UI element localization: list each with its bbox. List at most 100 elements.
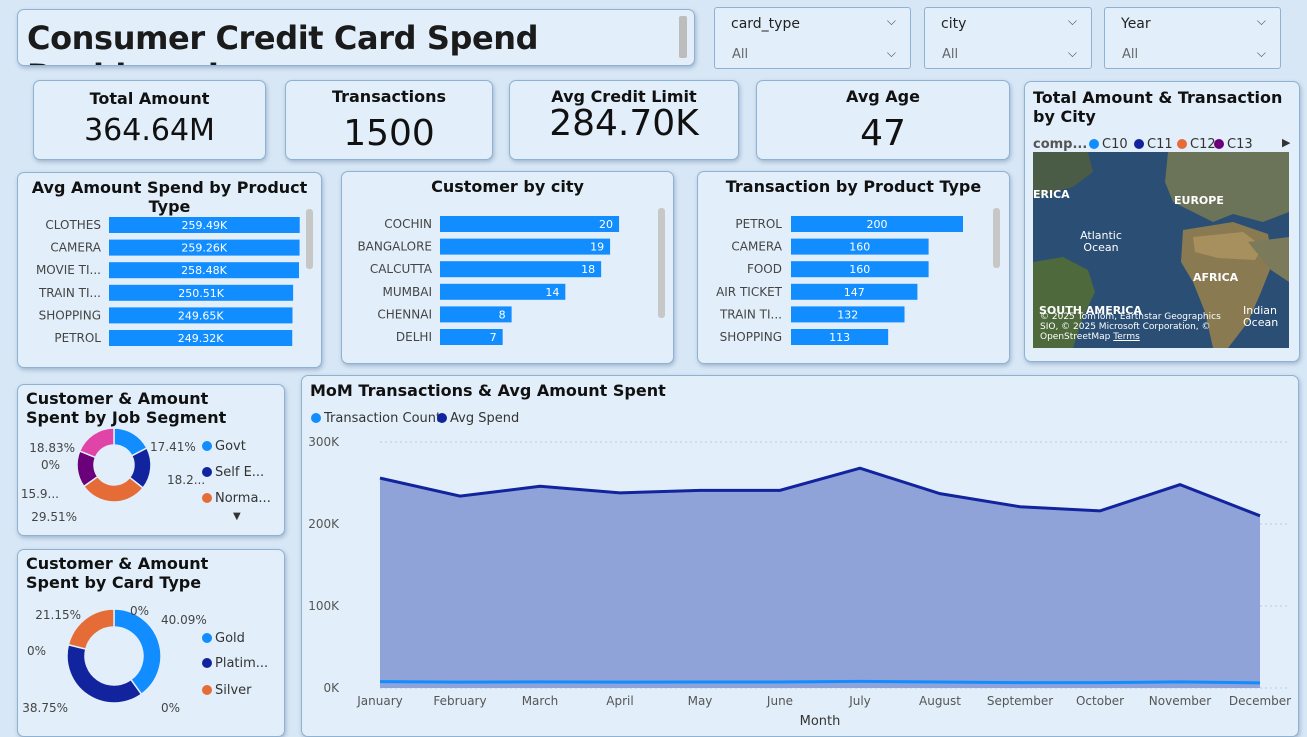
chevron-down-icon[interactable]: ⌵ — [1068, 14, 1077, 29]
tick-label: SHOPPING — [39, 308, 101, 322]
card-type-card[interactable]: Customer & Amount Spent by Card Type 40.… — [17, 549, 285, 737]
legend-dot-icon — [437, 413, 447, 423]
legend-label: Norma... — [215, 491, 271, 506]
y-tick-label: 300K — [308, 435, 340, 449]
legend-label: Silver — [215, 683, 252, 698]
data-label: 38.75% — [22, 701, 68, 715]
title-scrollbar[interactable] — [679, 16, 687, 58]
legend-item-platinum[interactable]: Platim... — [202, 656, 268, 671]
kpi-value: 47 — [860, 113, 906, 154]
legend-dot-icon — [1134, 139, 1144, 149]
kpi-title: Total Amount — [89, 89, 210, 108]
vertical-scrollbar[interactable] — [658, 208, 665, 318]
data-label: 15.9... — [21, 487, 59, 501]
chart-title: Customer & Amount Spent by Job Segment — [26, 389, 227, 427]
legend-item-govt[interactable]: Govt — [202, 439, 246, 454]
chevron-down-icon[interactable]: ⌵ — [1068, 46, 1077, 61]
page-title: Consumer Credit Card Spend Dashboard — [27, 19, 539, 65]
bar — [440, 216, 620, 232]
data-label: 20 — [599, 218, 613, 231]
legend-label: C12 — [1190, 137, 1216, 152]
transaction-by-product-card[interactable]: Transaction by Product Type PETROL 200 CAM… — [697, 171, 1010, 364]
slicer-label: card_type — [731, 16, 800, 32]
kpi-transactions[interactable]: Transactions 1500 — [285, 80, 493, 160]
data-label: 29.51% — [31, 510, 77, 524]
x-tick-label: April — [606, 694, 633, 708]
tick-label: TRAIN TI... — [38, 286, 101, 300]
customer-by-city-card[interactable]: Customer by city COCHIN 20 BANGALORE 19 CALC… — [341, 171, 674, 364]
tick-label: COCHIN — [384, 217, 432, 231]
x-tick-label: August — [919, 694, 961, 708]
area-chart-mom: 0K 100K 200K 300K January February March April M… — [308, 435, 1291, 729]
legend-item-silver[interactable]: Silver — [202, 683, 252, 698]
vertical-scrollbar[interactable] — [306, 209, 313, 269]
bar — [440, 238, 611, 255]
map-card[interactable]: Total Amount & Transaction by City comp.… — [1024, 81, 1300, 362]
chevron-down-icon[interactable]: ⌵ — [887, 46, 896, 61]
legend-item-c13: C13 — [1214, 137, 1253, 152]
tick-label: PETROL — [735, 217, 782, 231]
legend-item-transaction-count[interactable]: Transaction Count — [311, 411, 441, 426]
donut-slice — [78, 427, 115, 459]
kpi-total-amount[interactable]: Total Amount 364.64M — [33, 80, 266, 160]
chart-title: Customer by city — [431, 177, 584, 196]
mom-area-card[interactable]: MoM Transactions & Avg Amount Spent Tran… — [301, 375, 1299, 737]
title-card: Consumer Credit Card Spend Dashboard — [17, 9, 695, 66]
tick-label: CAMERA — [50, 241, 101, 255]
tick-label: CHENNAI — [377, 307, 432, 321]
legend-item-self-employed[interactable]: Self E... — [202, 465, 264, 480]
data-label: 249.32K — [178, 332, 224, 345]
data-label: 19 — [590, 241, 604, 254]
donut-slice — [113, 608, 162, 696]
data-label: 18.83% — [29, 441, 75, 455]
tick-label: SHOPPING — [720, 330, 782, 344]
chart-title: Customer & Amount Spent by Card Type — [26, 554, 209, 592]
map-title: Total Amount & Transaction by City — [1033, 88, 1283, 126]
chart-title: MoM Transactions & Avg Amount Spent — [310, 381, 666, 400]
legend-dot-icon — [202, 493, 212, 503]
map-label: AFRICA — [1193, 271, 1239, 284]
kpi-avg-age[interactable]: Avg Age 47 — [756, 80, 1010, 160]
data-label: 249.65K — [178, 309, 224, 322]
legend-label: Avg Spend — [450, 411, 520, 426]
bar — [440, 261, 602, 278]
bar-chart-transactions-product: PETROL 200 CAMERA 160 FOOD 160 AIR TICKET 147 TR… — [716, 216, 963, 345]
legend-item-normal[interactable]: Norma... — [202, 491, 271, 506]
x-tick-label: February — [433, 694, 486, 708]
map-label: Atlantic Ocean — [1080, 229, 1122, 254]
legend-dot-icon — [311, 413, 321, 423]
data-label: 147 — [844, 286, 865, 299]
legend-dot-icon — [202, 467, 212, 477]
vertical-scrollbar[interactable] — [993, 208, 1000, 268]
kpi-value: 1500 — [343, 113, 435, 154]
legend-label: Transaction Count — [324, 411, 442, 426]
chevron-down-icon[interactable]: ⌵ — [887, 14, 896, 29]
card-type-slicer[interactable]: card_type ⌵ All ⌵ — [714, 7, 911, 69]
legend-item-avg-spend[interactable]: Avg Spend — [437, 411, 519, 426]
chevron-down-icon[interactable]: ⌵ — [1257, 14, 1266, 29]
city-slicer[interactable]: city ⌵ All ⌵ — [924, 7, 1092, 69]
legend-item-gold[interactable]: Gold — [202, 631, 245, 646]
map-view[interactable]: ERICA EUROPE Atlantic Ocean AFRICA SOUTH… — [1033, 152, 1289, 348]
legend-next-icon[interactable]: ▶ — [1282, 136, 1290, 149]
legend-dot-icon — [202, 633, 212, 643]
avg-amount-by-product-card[interactable]: Avg Amount Spend by Product Type CLOTHES… — [17, 172, 322, 368]
x-tick-label: June — [766, 694, 793, 708]
terms-link[interactable]: Terms — [1113, 332, 1140, 342]
y-tick-label: 100K — [308, 599, 340, 613]
job-segment-card[interactable]: Customer & Amount Spent by Job Segment 1… — [17, 384, 285, 536]
data-label: 0% — [130, 604, 149, 618]
data-label: 258.48K — [181, 264, 227, 277]
bar-chart-avg-amount: CLOTHES 259.49K CAMERA 259.26K MOVIE TI... 25… — [36, 217, 300, 346]
series-line-transaction-count — [379, 679, 1261, 685]
year-slicer[interactable]: Year ⌵ All ⌵ — [1104, 7, 1281, 69]
legend-more-icon[interactable]: ▼ — [233, 511, 241, 522]
legend-item-c12: C12 — [1177, 137, 1216, 152]
legend-label: C13 — [1227, 137, 1253, 152]
kpi-avg-credit-limit[interactable]: Avg Credit Limit 284.70K — [509, 80, 739, 160]
y-tick-label: 200K — [308, 517, 340, 531]
x-tick-label: July — [848, 694, 871, 708]
chevron-down-icon[interactable]: ⌵ — [1257, 46, 1266, 61]
tick-label: CALCUTTA — [370, 262, 433, 276]
map-legend-label: comp... — [1033, 137, 1088, 152]
